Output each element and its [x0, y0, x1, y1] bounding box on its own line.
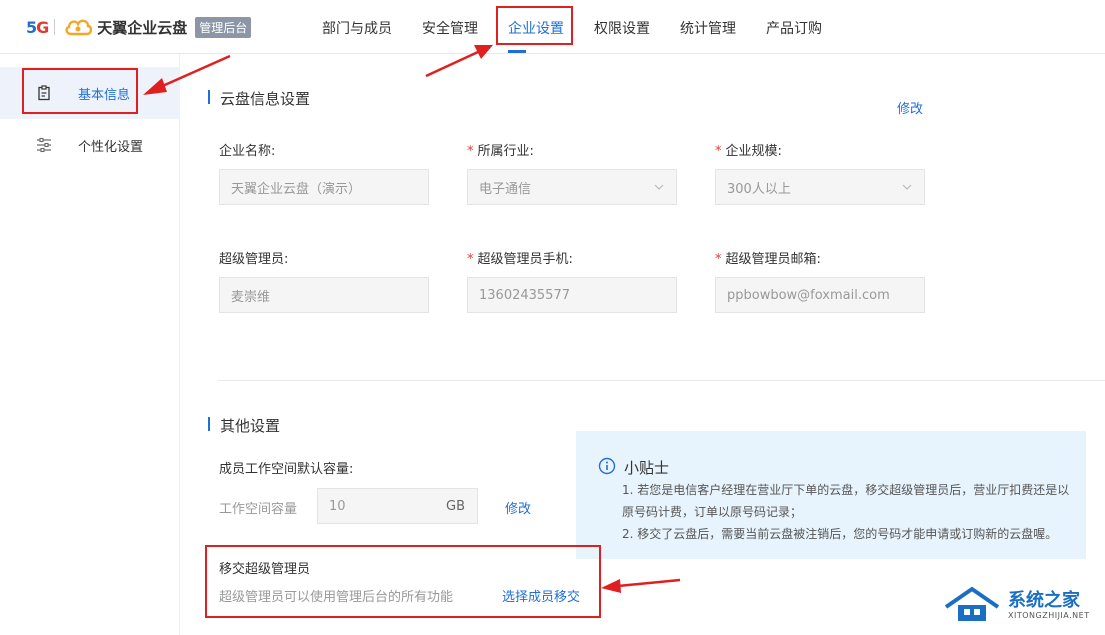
watermark-text: 系统之家 XITONGZHIJIA.NET	[1008, 589, 1090, 620]
watermark-main: 系统之家	[1008, 589, 1080, 611]
arrow-to-enterprise-settings	[425, 50, 479, 78]
site-watermark: 系统之家 XITONGZHIJIA.NET	[942, 585, 1090, 625]
annotation-arrows	[143, 45, 681, 593]
arrow-to-transfer-admin	[617, 578, 681, 588]
house-logo-icon	[944, 586, 1000, 621]
watermark-sub: XITONGZHIJIA.NET	[1008, 610, 1090, 620]
arrow-head	[601, 579, 621, 593]
arrow-head	[143, 78, 167, 95]
arrow-to-basic-info	[157, 54, 231, 90]
